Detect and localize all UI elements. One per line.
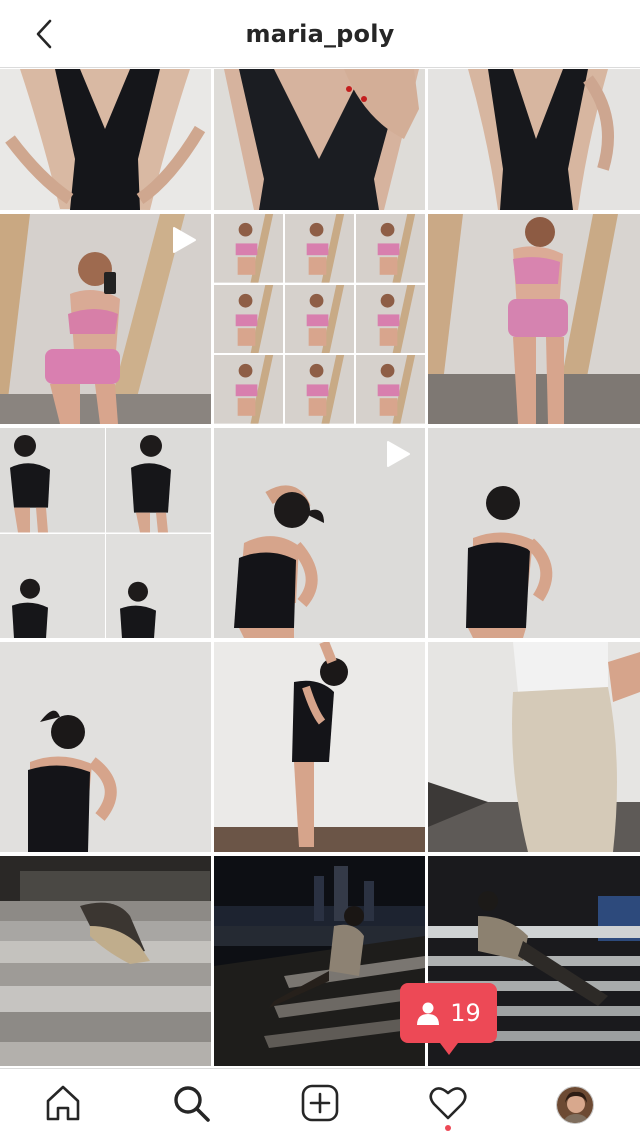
nav-home-button[interactable] <box>43 1083 83 1123</box>
play-icon <box>173 227 196 253</box>
post-image <box>428 214 640 424</box>
posts-grid <box>0 69 640 1067</box>
post-image <box>0 856 211 1066</box>
notification-count: 19 <box>450 999 481 1027</box>
post-thumbnail[interactable] <box>428 642 640 852</box>
post-thumbnail[interactable] <box>0 642 211 852</box>
post-image <box>0 642 211 852</box>
collage <box>0 428 211 638</box>
post-thumbnail[interactable] <box>0 856 211 1066</box>
follower-notification-badge[interactable]: 19 <box>400 983 497 1055</box>
post-thumbnail[interactable] <box>214 642 425 852</box>
post-thumbnail[interactable] <box>214 69 425 210</box>
collage <box>214 214 425 424</box>
person-icon <box>417 1002 440 1025</box>
activity-badge-dot <box>445 1125 451 1131</box>
post-image <box>428 642 640 852</box>
post-thumbnail[interactable] <box>0 69 211 210</box>
bottom-navigation <box>0 1068 640 1138</box>
plus-square-icon <box>301 1084 339 1122</box>
post-image <box>428 428 640 638</box>
search-icon <box>174 1086 210 1122</box>
play-icon <box>387 441 410 467</box>
post-image <box>214 69 425 210</box>
nav-profile-avatar[interactable] <box>556 1086 594 1124</box>
post-thumbnail[interactable] <box>0 428 211 638</box>
nav-activity-button[interactable] <box>428 1083 468 1123</box>
post-image <box>428 69 640 210</box>
post-image <box>0 69 211 210</box>
post-image <box>214 642 425 852</box>
nav-search-button[interactable] <box>171 1083 211 1123</box>
back-button[interactable] <box>28 18 60 50</box>
post-thumbnail[interactable] <box>214 214 425 424</box>
heart-icon <box>429 1087 467 1120</box>
top-bar: maria_poly <box>0 0 640 68</box>
post-thumbnail[interactable] <box>428 428 640 638</box>
profile-username: maria_poly <box>245 19 395 48</box>
avatar <box>557 1087 593 1123</box>
post-thumbnail[interactable] <box>428 69 640 210</box>
post-thumbnail[interactable] <box>214 856 425 1066</box>
post-image <box>214 856 425 1066</box>
home-icon <box>46 1085 80 1121</box>
nav-new-post-button[interactable] <box>300 1083 340 1123</box>
post-thumbnail[interactable] <box>428 214 640 424</box>
post-thumbnail[interactable] <box>0 214 211 424</box>
chevron-left-icon <box>36 19 52 49</box>
post-thumbnail[interactable] <box>214 428 425 638</box>
